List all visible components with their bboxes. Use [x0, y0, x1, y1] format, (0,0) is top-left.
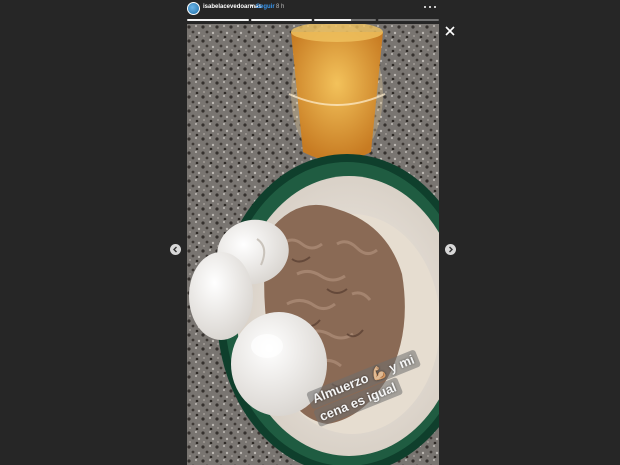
- previous-story-button[interactable]: [170, 244, 181, 255]
- story-timestamp: 8 h: [276, 4, 285, 10]
- progress-segment: [187, 19, 249, 21]
- close-icon[interactable]: [444, 24, 456, 36]
- progress-segment: [377, 19, 439, 21]
- more-options-icon[interactable]: [424, 3, 436, 11]
- chevron-right-icon: [449, 246, 453, 253]
- progress-segment: [314, 19, 376, 21]
- next-story-button[interactable]: [445, 244, 456, 255]
- story-progress-bar: [187, 19, 439, 21]
- avatar[interactable]: [187, 2, 200, 15]
- chevron-left-icon: [173, 246, 177, 253]
- separator: •: [251, 4, 254, 10]
- follow-button[interactable]: Seguir: [256, 4, 275, 10]
- progress-segment: [250, 19, 312, 21]
